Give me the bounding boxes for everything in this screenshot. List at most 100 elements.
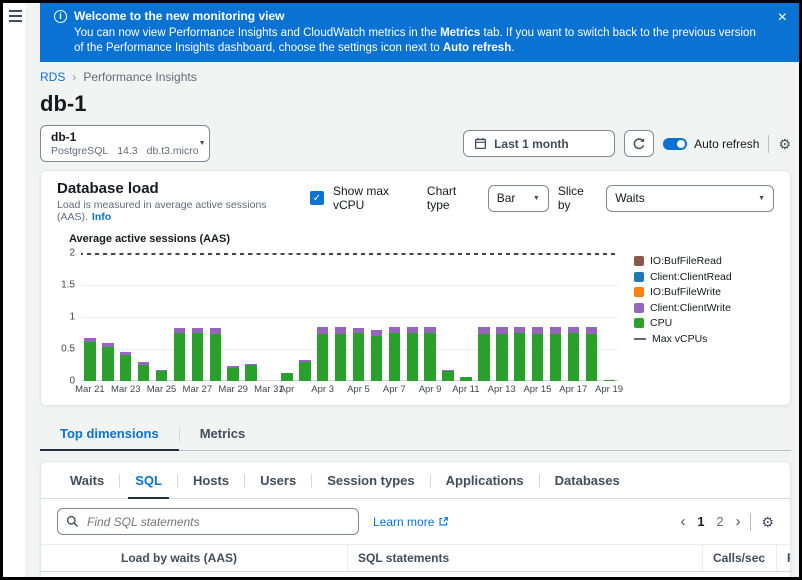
color-swatch — [634, 303, 644, 313]
tab-metrics[interactable]: Metrics — [180, 418, 266, 450]
x-tick-label: Apr 11 — [452, 384, 479, 395]
previous-page-icon[interactable]: ‹ — [681, 514, 686, 529]
dimension-tabs: Waits SQL Hosts Users Session types Appl… — [41, 462, 790, 499]
tab-waits[interactable]: Waits — [55, 464, 119, 498]
settings-gear-icon[interactable]: ⚙ — [778, 137, 791, 151]
page-1[interactable]: 1 — [698, 515, 705, 529]
page-2[interactable]: 2 — [716, 515, 723, 529]
x-tick-label: Mar 29 — [218, 384, 248, 395]
pagination: ‹ 1 2 › — [681, 514, 741, 529]
bar-apr-2[interactable] — [296, 253, 314, 381]
tab-hosts[interactable]: Hosts — [178, 464, 244, 498]
bar-mar-31[interactable] — [260, 253, 278, 381]
time-range-selector[interactable]: Last 1 month — [463, 130, 615, 157]
main-tabs: Top dimensions Metrics — [40, 418, 791, 451]
chart-x-labels: Mar 21Mar 23Mar 25Mar 27Mar 29Mar 31AprA… — [81, 384, 618, 399]
breadcrumb-current: Performance Insights — [83, 70, 196, 84]
bar-apr-8[interactable] — [403, 253, 421, 381]
bar-mar-28[interactable] — [206, 253, 224, 381]
legend-item-max-vcpus[interactable]: Max vCPUs — [634, 333, 776, 345]
bar-apr-3[interactable] — [314, 253, 332, 381]
legend-item-client-clientread[interactable]: Client:ClientRead — [634, 271, 776, 283]
legend-item-cpu[interactable]: CPU — [634, 317, 776, 329]
x-tick-label: Mar 27 — [183, 384, 213, 395]
tab-users[interactable]: Users — [245, 464, 311, 498]
instance-name: db-1 — [51, 130, 199, 144]
sql-toolbar: Learn more ‹ 1 2 › ⚙ — [41, 499, 790, 544]
auto-refresh-toggle[interactable] — [663, 138, 687, 150]
show-max-vcpu-checkbox[interactable] — [310, 191, 324, 205]
column-header-calls[interactable]: Calls/sec — [702, 545, 776, 571]
bar-apr-5[interactable] — [350, 253, 368, 381]
bar-apr-7[interactable] — [385, 253, 403, 381]
slice-by-select[interactable]: Waits ▼ — [606, 185, 774, 212]
bar-apr-11[interactable] — [457, 253, 475, 381]
search-input[interactable] — [85, 514, 350, 530]
color-swatch — [634, 272, 644, 282]
column-header-load[interactable]: Load by waits (AAS) — [119, 545, 347, 571]
x-tick-label: Apr 7 — [383, 384, 406, 395]
table-row: 0.23 SELECT * FROM sales AS s1 JOIN sale… — [41, 572, 790, 577]
info-link[interactable]: Info — [92, 211, 111, 223]
chart-plot-bars — [81, 253, 618, 381]
load-chart: Average active sessions (AAS) 00.511.52 — [41, 225, 790, 405]
chart-type-select[interactable]: Bar ▼ — [488, 185, 549, 212]
refresh-icon — [632, 137, 646, 151]
bar-apr-6[interactable] — [368, 253, 386, 381]
y-tick-label: 1 — [69, 312, 75, 323]
tab-databases[interactable]: Databases — [540, 464, 635, 498]
tab-sql[interactable]: SQL — [120, 464, 177, 498]
learn-more-link[interactable]: Learn more — [373, 515, 449, 529]
refresh-button[interactable] — [624, 130, 654, 157]
legend-label: IO:BufFileRead — [650, 255, 722, 267]
bar-mar-23[interactable] — [117, 253, 135, 381]
bar-mar-24[interactable] — [135, 253, 153, 381]
selector-row: db-1 PostgreSQL 14.3 db.t3.micro ▼ Last … — [40, 125, 791, 162]
tab-session-types[interactable]: Session types — [312, 464, 429, 498]
bar-mar-21[interactable] — [81, 253, 99, 381]
chart-y-axis: 00.511.52 — [55, 253, 81, 381]
bar-apr-16[interactable] — [547, 253, 565, 381]
bar-apr-9[interactable] — [421, 253, 439, 381]
instance-engine: PostgreSQL — [51, 145, 108, 157]
bar-mar-22[interactable] — [99, 253, 117, 381]
tab-applications[interactable]: Applications — [431, 464, 539, 498]
main-area: Welcome to the new monitoring view You c… — [25, 3, 799, 577]
bar-mar-29[interactable] — [224, 253, 242, 381]
app-window: Welcome to the new monitoring view You c… — [0, 0, 802, 580]
bar-mar-30[interactable] — [242, 253, 260, 381]
bar-apr-15[interactable] — [529, 253, 547, 381]
bar-apr-13[interactable] — [493, 253, 511, 381]
x-tick-label: Mar 21 — [75, 384, 105, 395]
search-box[interactable] — [57, 508, 359, 535]
bar-apr-18[interactable] — [582, 253, 600, 381]
instance-selector[interactable]: db-1 PostgreSQL 14.3 db.t3.micro ▼ — [40, 125, 210, 162]
table-preferences-gear-icon[interactable]: ⚙ — [761, 515, 774, 529]
bar-apr-4[interactable] — [332, 253, 350, 381]
divider — [768, 135, 769, 153]
x-tick-label: Apr 19 — [595, 384, 623, 395]
column-header-clipped: R — [776, 545, 790, 571]
legend-item-io-buffilewrite[interactable]: IO:BufFileWrite — [634, 286, 776, 298]
column-header-sql[interactable]: SQL statements — [347, 545, 702, 571]
search-icon — [66, 515, 79, 528]
bar-apr-19[interactable] — [600, 253, 618, 381]
hamburger-menu-icon[interactable] — [9, 10, 22, 22]
bar-apr-12[interactable] — [475, 253, 493, 381]
bar-apr-1[interactable] — [278, 253, 296, 381]
breadcrumb-rds-link[interactable]: RDS — [40, 70, 65, 84]
tab-top-dimensions[interactable]: Top dimensions — [40, 418, 179, 450]
bar-apr-10[interactable] — [439, 253, 457, 381]
legend-item-io-buffileread[interactable]: IO:BufFileRead — [634, 255, 776, 267]
bar-apr-17[interactable] — [564, 253, 582, 381]
bar-mar-27[interactable] — [188, 253, 206, 381]
bar-mar-26[interactable] — [171, 253, 189, 381]
next-page-icon[interactable]: › — [735, 514, 740, 529]
legend-item-client-clientwrite[interactable]: Client:ClientWrite — [634, 302, 776, 314]
legend-label: CPU — [650, 317, 672, 329]
bar-mar-25[interactable] — [153, 253, 171, 381]
close-icon[interactable]: × — [778, 11, 787, 25]
database-load-subtitle: Load is measured in average active sessi… — [57, 199, 310, 223]
bar-apr-14[interactable] — [511, 253, 529, 381]
dashed-line-swatch — [634, 338, 646, 340]
